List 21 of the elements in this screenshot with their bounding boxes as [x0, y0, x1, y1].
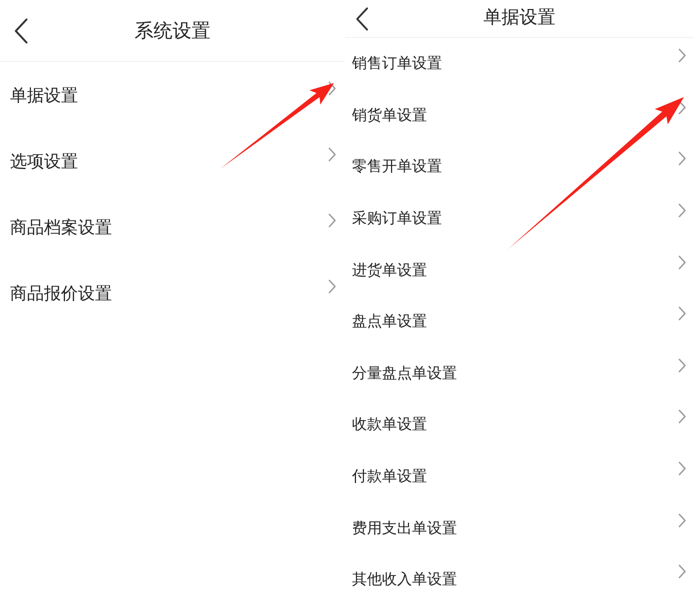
- chevron-right-icon: [678, 409, 686, 424]
- chevron-right-icon: [678, 512, 686, 528]
- chevron-right-icon: [678, 48, 686, 64]
- back-button[interactable]: [355, 6, 369, 30]
- back-button[interactable]: [14, 18, 28, 44]
- chevron-right-icon: [678, 358, 686, 373]
- page-title: 系统设置: [134, 18, 210, 44]
- chevron-right-icon: [328, 80, 336, 96]
- chevron-right-icon: [678, 461, 686, 476]
- back-icon: [14, 18, 28, 44]
- chevron-right-icon: [678, 564, 686, 580]
- chevron-right-icon: [678, 203, 686, 218]
- chevron-right-icon: [328, 146, 336, 162]
- back-icon: [355, 6, 369, 30]
- chevron-right-icon: [328, 278, 336, 294]
- chevron-right-icon: [678, 151, 686, 166]
- chevron-right-icon: [678, 254, 686, 270]
- chevron-right-icon: [678, 100, 686, 115]
- page-title: 单据设置: [484, 6, 556, 28]
- chevron-right-icon: [328, 212, 336, 228]
- chevron-right-icon: [678, 306, 686, 322]
